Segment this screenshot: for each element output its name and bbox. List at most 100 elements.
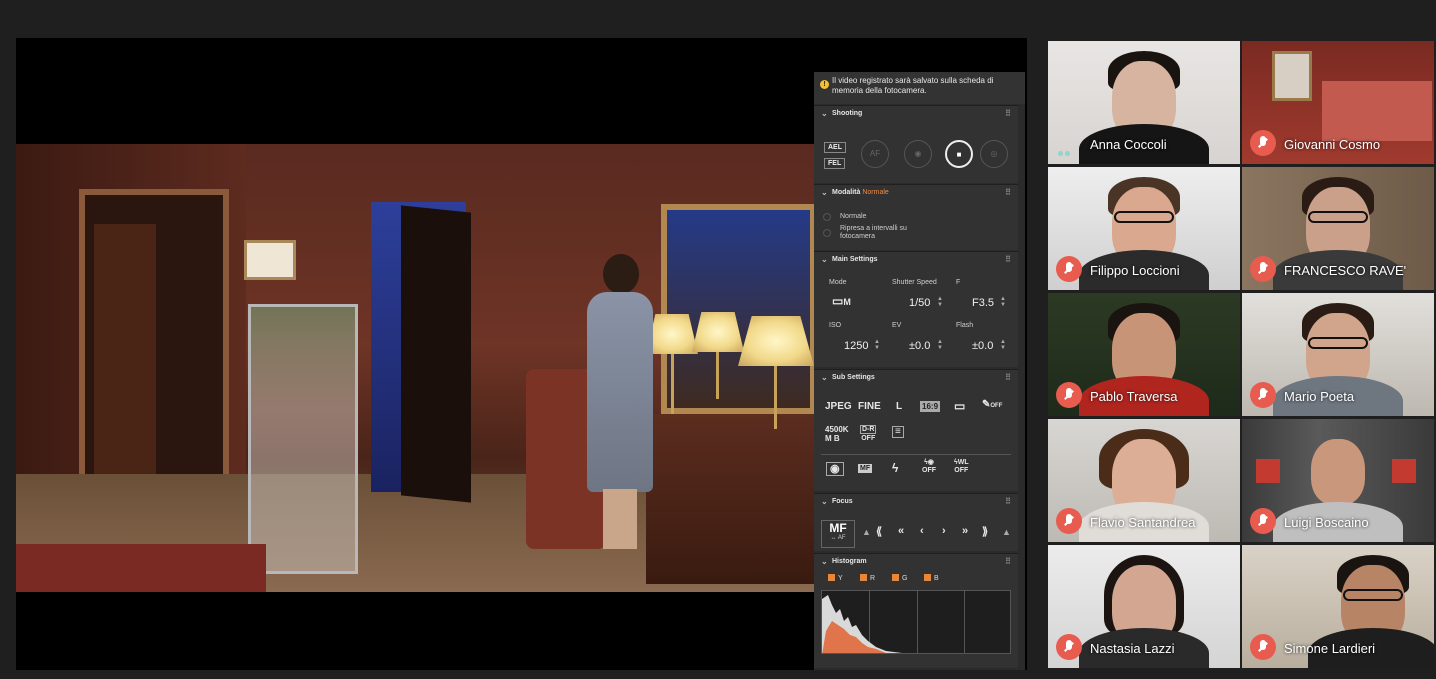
focus-far-large-button[interactable]: ⟫ [982, 525, 988, 538]
muted-mic-icon [1250, 256, 1276, 282]
histogram-section: ⌄ Histogram ⠿ Y R G B [814, 553, 1018, 668]
scene-cleaning-cart [248, 304, 358, 574]
muted-mic-icon [1056, 508, 1082, 534]
focus-mode-button[interactable]: MF [858, 464, 873, 473]
histogram-curve [822, 595, 902, 653]
camera-shutter-button[interactable]: ◉ [904, 140, 932, 168]
shutter-stepper[interactable]: ▲ ▼ [937, 296, 943, 308]
mf-af-toggle[interactable]: MF ↔ AF [821, 520, 855, 548]
wireless-flash-button[interactable]: ϟWL OFF [954, 459, 969, 475]
frame-icon[interactable]: ▭ [954, 399, 965, 413]
drag-handle-icon[interactable]: ⠿ [1005, 252, 1011, 268]
participant-tile[interactable]: Pablo Traversa [1048, 293, 1240, 416]
participant-name: Pablo Traversa [1090, 389, 1178, 404]
drive-off-button[interactable]: ✎OFF [982, 399, 1002, 410]
chevron-down-icon: ⌄ [821, 557, 828, 566]
ev-label: EV [892, 322, 902, 329]
image-quality-button[interactable]: FINE [858, 401, 881, 412]
scene-mirror [661, 204, 814, 414]
flash-mode-icon[interactable]: ϟ [892, 461, 898, 475]
ev-stepper[interactable]: ▲ ▼ [937, 339, 943, 351]
iso-value[interactable]: 1250 [844, 340, 868, 352]
participant-tile[interactable]: Luigi Boscaino [1242, 419, 1434, 542]
drag-handle-icon[interactable]: ⠿ [1005, 494, 1011, 510]
histogram-channel-r[interactable]: R [860, 574, 875, 582]
muted-mic-icon [1250, 382, 1276, 408]
histogram-channel-g[interactable]: G [892, 574, 907, 582]
participant-tile[interactable]: Giovanni Cosmo [1242, 41, 1434, 164]
shooting-section: ⌄ Shooting ⠿ AEL FEL AF ◉ ■ ◎ [814, 105, 1018, 183]
participant-grid: Anna Coccoli Giovanni Cosmo Filippo Locc… [1048, 41, 1436, 670]
histogram-channel-y[interactable]: Y [828, 574, 843, 582]
audio-activity-icon [1058, 143, 1078, 156]
af-button[interactable]: AF [861, 140, 889, 168]
focus-near-medium-button[interactable]: « [898, 525, 904, 537]
picture-profile-icon[interactable]: ≡ [892, 426, 904, 438]
camera-remote-panel: ! Il video registrato sarà salvato sulla… [814, 72, 1025, 670]
drag-handle-icon[interactable]: ⠿ [1005, 554, 1011, 570]
mode-option-normal[interactable]: Normale [840, 213, 866, 220]
iso-label: ISO [829, 322, 842, 329]
iso-stepper[interactable]: ▲ ▼ [874, 339, 880, 351]
participant-tile[interactable]: Nastasia Lazzi [1048, 545, 1240, 668]
sub-settings-section: ⌄ Sub Settings ⠿ JPEG FINE L 16:9 ▭ ✎OFF… [814, 369, 1018, 491]
mode-option-interval[interactable]: Ripresa a intervalli su fotocamera [840, 225, 920, 241]
aspect-ratio-button[interactable]: 16:9 [920, 401, 941, 412]
metering-icon[interactable]: ◉ [826, 462, 844, 476]
scene-picture-frame [244, 240, 296, 280]
drag-handle-icon[interactable]: ⠿ [1005, 185, 1011, 201]
participant-tile[interactable]: Simone Lardieri [1242, 545, 1434, 668]
shooting-header[interactable]: ⌄ Shooting ⠿ [814, 106, 1018, 122]
red-eye-button[interactable]: ϟ◉ OFF [922, 459, 936, 475]
scene-lamp-stem [671, 349, 674, 414]
chevron-down-icon: ⌄ [821, 188, 828, 197]
focus-far-limit-icon[interactable]: ▲ [1002, 527, 1011, 537]
histogram-channel-b[interactable]: B [924, 574, 939, 582]
live-view-button[interactable]: ◎ [980, 140, 1008, 168]
mode-radio-normal[interactable] [823, 213, 831, 221]
focus-near-large-button[interactable]: ⟪ [876, 525, 882, 538]
recording-notice: ! Il video registrato sarà salvato sulla… [814, 72, 1025, 104]
flash-value[interactable]: ±0.0 [972, 340, 993, 352]
focus-far-medium-button[interactable]: » [962, 525, 968, 537]
participant-tile[interactable]: Flavio Santandrea [1048, 419, 1240, 542]
video-frame [16, 144, 814, 592]
dro-button[interactable]: D-R OFF [860, 425, 877, 443]
shutter-speed-label: Shutter Speed [892, 279, 937, 286]
focus-header[interactable]: ⌄ Focus ⠿ [814, 494, 1018, 510]
sub-settings-header[interactable]: ⌄ Sub Settings ⠿ [814, 370, 1018, 386]
participant-tile[interactable]: FRANCESCO RAVE' [1242, 167, 1434, 290]
record-stop-button[interactable]: ■ [945, 140, 973, 168]
aperture-value[interactable]: F3.5 [972, 297, 994, 309]
participant-name: Giovanni Cosmo [1284, 137, 1381, 152]
participant-name: Flavio Santandrea [1090, 515, 1196, 530]
fel-button[interactable]: FEL [824, 158, 846, 169]
participant-tile[interactable]: Filippo Loccioni [1048, 167, 1240, 290]
focus-near-limit-icon[interactable]: ▲ [862, 527, 871, 537]
scene-bed [16, 544, 266, 592]
scene-open-door [401, 205, 471, 503]
participant-name: FRANCESCO RAVE' [1284, 263, 1407, 278]
image-size-button[interactable]: L [896, 401, 902, 412]
participant-tile[interactable]: Mario Poeta [1242, 293, 1434, 416]
focus-near-small-button[interactable]: ‹ [920, 525, 924, 537]
image-format-button[interactable]: JPEG [825, 401, 852, 412]
aperture-stepper[interactable]: ▲ ▼ [1000, 296, 1006, 308]
drag-handle-icon[interactable]: ⠿ [1005, 370, 1011, 386]
participant-name: Filippo Loccioni [1090, 263, 1180, 278]
ael-button[interactable]: AEL [824, 142, 846, 153]
mode-radio-interval[interactable] [823, 229, 831, 237]
ev-value[interactable]: ±0.0 [909, 340, 930, 352]
participant-name: Mario Poeta [1284, 389, 1355, 404]
mode-header[interactable]: ⌄ Modalità Normale ⠿ [814, 185, 1018, 201]
drag-handle-icon[interactable]: ⠿ [1005, 106, 1011, 122]
movie-mode-icon[interactable]: ▭M [832, 294, 851, 308]
white-balance-button[interactable]: 4500K M B [825, 425, 849, 443]
main-settings-header[interactable]: ⌄ Main Settings ⠿ [814, 252, 1018, 268]
focus-far-small-button[interactable]: › [942, 525, 946, 537]
flash-stepper[interactable]: ▲ ▼ [1000, 339, 1006, 351]
histogram-header[interactable]: ⌄ Histogram ⠿ [814, 554, 1018, 570]
participant-tile[interactable]: Anna Coccoli [1048, 41, 1240, 164]
flash-label: Flash [956, 322, 974, 329]
shutter-speed-value[interactable]: 1/50 [909, 297, 930, 309]
